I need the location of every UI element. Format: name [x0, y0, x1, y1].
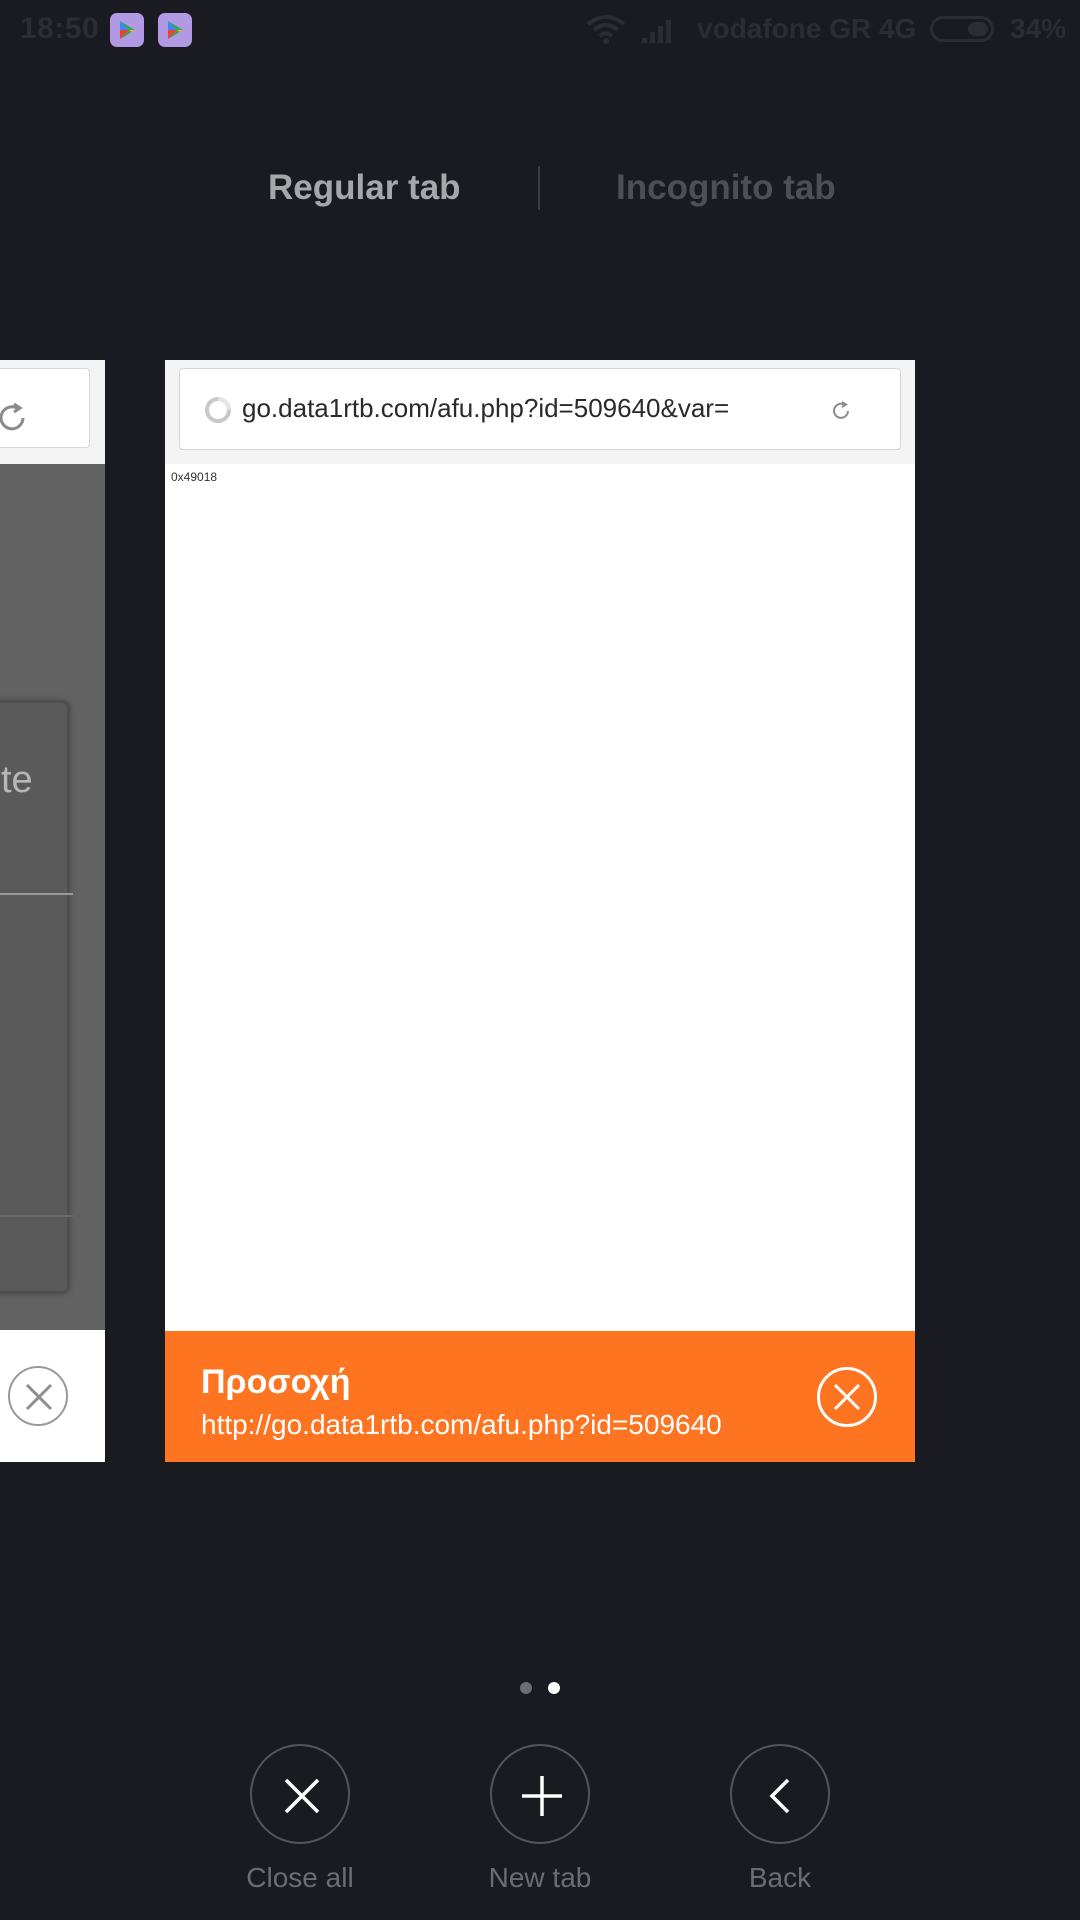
close-tab-button[interactable] [8, 1366, 68, 1426]
dialog-divider [0, 893, 73, 895]
address-bar: go.data1rtb.com/afu.php?id=509640&var= [179, 368, 901, 450]
cell-signal-icon [640, 16, 674, 49]
address-bar [0, 368, 90, 448]
close-all-button[interactable] [250, 1744, 350, 1844]
dialog-divider [0, 1215, 73, 1217]
tab-card-header: go.data1rtb.com/afu.php?id=509640&var= [165, 360, 915, 464]
close-tab-button[interactable] [817, 1367, 877, 1427]
play-store-notification-icon [158, 13, 192, 47]
status-battery-percent: 34% [1010, 13, 1067, 44]
reload-icon [830, 400, 852, 427]
tab-card-current[interactable]: go.data1rtb.com/afu.php?id=509640&var= 0… [165, 360, 915, 1462]
status-carrier: vodafone GR 4G [697, 13, 917, 44]
new-tab-label: New tab [488, 1862, 592, 1893]
back-label: Back [748, 1862, 812, 1893]
close-all-label: Close all [246, 1862, 354, 1893]
page-content-text: 0x49018 [171, 470, 218, 484]
tab-card-footer [0, 1330, 105, 1462]
new-tab-button[interactable] [490, 1744, 590, 1844]
wifi-icon [586, 14, 626, 49]
warning-banner: Προσοχή http://go.data1rtb.com/afu.php?i… [165, 1331, 915, 1462]
tab-card-previous[interactable]: te [0, 360, 105, 1462]
tab-card-header [0, 360, 105, 464]
play-store-notification-icon [110, 13, 144, 47]
back-button[interactable] [730, 1744, 830, 1844]
tab-card-preview: te [0, 464, 105, 1330]
status-time: 18:50 [20, 12, 100, 45]
warning-title: Προσοχή [201, 1363, 351, 1401]
warning-url: http://go.data1rtb.com/afu.php?id=509640 [201, 1409, 722, 1440]
status-bar: 18:50 vodafone GR 4G 34% [0, 0, 1080, 60]
tab-switch-divider [538, 166, 540, 210]
page-indicator-dot-active [548, 1682, 560, 1694]
reload-icon [0, 401, 29, 440]
tab-regular[interactable]: Regular tab [268, 168, 461, 208]
loading-icon [204, 396, 232, 429]
address-bar-url: go.data1rtb.com/afu.php?id=509640&var= [242, 393, 730, 423]
dialog-preview: te [0, 700, 73, 1294]
battery-icon [930, 16, 994, 42]
page-indicator-dot [520, 1682, 532, 1694]
dialog-text: te [1, 759, 33, 801]
tab-incognito[interactable]: Incognito tab [616, 168, 836, 208]
